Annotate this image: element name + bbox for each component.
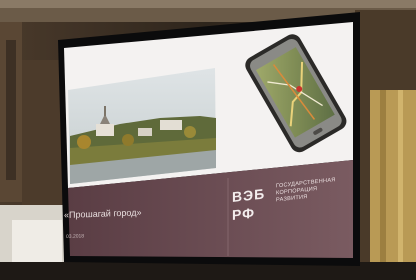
veb-rf-logo: ВЭБ РФ ГОСУДАРСТВЕННАЯ КОРПОРАЦИЯ РАЗВИТ… [232,174,344,236]
logo-mark-top: ВЭБ [232,185,266,205]
slide-date: 03.2018 [66,233,85,240]
logo-mark-bottom: РФ [232,204,256,223]
logo-caption: ГОСУДАРСТВЕННАЯ КОРПОРАЦИЯ РАЗВИТИЯ [276,177,336,204]
slide-text-layer: «Прошагай город» 03.2018 ВЭБ РФ ГОСУДАРС… [0,0,416,280]
slide-title: «Прошагай город» [64,207,142,220]
